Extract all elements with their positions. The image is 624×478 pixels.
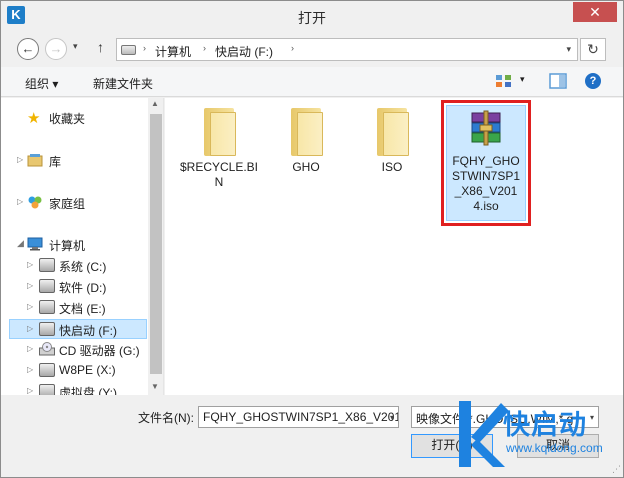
expand-icon[interactable]: ▷ bbox=[27, 302, 33, 311]
sidebar-item-drive-y[interactable]: ▷ 虚拟盘 (Y:) bbox=[27, 382, 145, 395]
file-name-label: 文件名(N): bbox=[138, 411, 194, 425]
library-icon bbox=[27, 154, 43, 167]
new-folder-button[interactable]: 新建文件夹 bbox=[93, 75, 153, 92]
expand-icon[interactable]: ▷ bbox=[27, 260, 33, 269]
file-item-iso-image[interactable]: FQHY_GHOSTWIN7SP1_X86_V2014.iso bbox=[446, 105, 526, 221]
file-name: $RECYCLE.BIN bbox=[179, 160, 259, 189]
sidebar-item-label: 库 bbox=[49, 155, 62, 169]
breadcrumb-separator[interactable]: › bbox=[203, 43, 206, 53]
sidebar-item-label: 文档 (E:) bbox=[59, 302, 106, 316]
expand-icon[interactable]: ▷ bbox=[27, 344, 33, 353]
preview-pane-icon[interactable] bbox=[549, 73, 567, 89]
sidebar-item-favorites[interactable]: ★ 收藏夹 bbox=[9, 108, 144, 128]
watermark-text: 快启动 bbox=[503, 410, 587, 440]
sidebar-item-drive-g[interactable]: ▷ CD 驱动器 (G:) bbox=[27, 340, 145, 360]
close-button[interactable]: ✕ bbox=[573, 2, 617, 22]
scroll-up-icon[interactable]: ▲ bbox=[151, 99, 159, 108]
file-item-iso-folder[interactable]: ISO bbox=[352, 108, 432, 175]
back-button[interactable]: ← bbox=[17, 38, 39, 60]
cd-drive-icon bbox=[39, 342, 55, 356]
view-grid-icon[interactable] bbox=[495, 73, 513, 89]
title-bar: K 打开 ✕ bbox=[1, 1, 623, 31]
expand-icon[interactable]: ▷ bbox=[17, 155, 23, 164]
sidebar-item-label: CD 驱动器 (G:) bbox=[59, 344, 140, 358]
sidebar-item-label: 虚拟盘 (Y:) bbox=[59, 386, 118, 395]
watermark-url: www.kqidong.com bbox=[506, 441, 603, 455]
sidebar-item-label: 系统 (C:) bbox=[59, 260, 107, 274]
sidebar-item-drive-c[interactable]: ▷ 系统 (C:) bbox=[27, 256, 145, 276]
address-bar[interactable]: › 计算机 › 快启动 (F:) › ▾ bbox=[116, 38, 578, 61]
hard-drive-icon bbox=[39, 300, 55, 314]
file-name-value: FQHY_GHOSTWIN7SP1_X86_V2014.iso bbox=[203, 410, 398, 424]
drive-icon bbox=[121, 45, 136, 55]
expand-icon[interactable]: ▷ bbox=[27, 281, 33, 290]
folder-icon bbox=[373, 108, 411, 156]
homegroup-icon bbox=[28, 196, 42, 209]
sidebar-item-drive-e[interactable]: ▷ 文档 (E:) bbox=[27, 298, 145, 318]
usb-drive-icon bbox=[39, 322, 55, 336]
expand-icon[interactable]: ▷ bbox=[27, 365, 33, 374]
folder-icon bbox=[287, 108, 325, 156]
file-list: $RECYCLE.BIN GHO ISO FQHY_GHOSTWIN7SP1_X… bbox=[165, 98, 623, 395]
sidebar-item-label: 收藏夹 bbox=[49, 112, 86, 126]
resize-grip-icon[interactable]: ⋰ bbox=[612, 464, 621, 475]
breadcrumb-separator[interactable]: › bbox=[291, 43, 294, 53]
breadcrumb-drive-f[interactable]: 快启动 (F:) bbox=[215, 43, 273, 60]
sidebar-item-computer[interactable]: ◢ 计算机 bbox=[17, 235, 144, 255]
sidebar-item-drive-x[interactable]: ▷ W8PE (X:) bbox=[27, 361, 145, 381]
sidebar-item-label: 快启动 (F:) bbox=[59, 324, 117, 338]
sidebar-item-label: 计算机 bbox=[49, 239, 86, 253]
file-name-input[interactable]: FQHY_GHOSTWIN7SP1_X86_V2014.iso ▾ bbox=[198, 406, 399, 428]
scroll-thumb[interactable] bbox=[150, 114, 162, 374]
expand-icon[interactable]: ▷ bbox=[17, 197, 23, 206]
expand-icon[interactable]: ▷ bbox=[27, 324, 33, 333]
sidebar-item-libraries[interactable]: ▷ 库 bbox=[17, 151, 144, 171]
file-name: FQHY_GHOSTWIN7SP1_X86_V2014.iso bbox=[451, 154, 520, 213]
scroll-down-icon[interactable]: ▼ bbox=[151, 382, 159, 391]
expand-icon[interactable]: ▷ bbox=[27, 386, 33, 395]
organize-menu-button[interactable]: 组织 ▾ bbox=[25, 75, 58, 92]
file-item-recycle-bin[interactable]: $RECYCLE.BIN bbox=[179, 108, 259, 190]
up-button[interactable]: ↑ bbox=[97, 39, 104, 55]
address-chevron-down-icon[interactable]: ▾ bbox=[566, 44, 571, 55]
forward-button[interactable]: → bbox=[45, 38, 67, 60]
sidebar-item-label: 软件 (D:) bbox=[59, 281, 107, 295]
sidebar-item-label: W8PE (X:) bbox=[59, 363, 116, 377]
view-chevron-down-icon[interactable]: ▾ bbox=[520, 74, 525, 85]
refresh-button[interactable]: ↻ bbox=[580, 38, 606, 61]
toolbar: 组织 ▾ 新建文件夹 ▾ ? bbox=[1, 67, 623, 97]
rar-archive-icon bbox=[471, 110, 501, 146]
folder-icon bbox=[200, 108, 238, 156]
breadcrumb-computer[interactable]: 计算机 bbox=[155, 43, 191, 60]
window-title: 打开 bbox=[298, 10, 326, 26]
recent-locations-chevron-down-icon[interactable]: ▾ bbox=[73, 41, 78, 52]
hard-drive-icon bbox=[39, 384, 55, 395]
sidebar-item-drive-d[interactable]: ▷ 软件 (D:) bbox=[27, 277, 145, 297]
open-file-dialog: K 打开 ✕ ← → ▾ ↑ › 计算机 › 快启动 (F:) › ▾ ↻ 组织… bbox=[0, 0, 624, 478]
navigation-pane: ★ 收藏夹 ▷ 库 ▷ 家庭组 ◢ 计算机 ▷ 系统 (C:) ▷ 软件 (D:… bbox=[1, 98, 164, 395]
computer-icon bbox=[27, 237, 43, 251]
file-name: ISO bbox=[381, 160, 403, 174]
sidebar-item-drive-f[interactable]: ▷ 快启动 (F:) bbox=[9, 319, 147, 339]
navigation-bar: ← → ▾ ↑ › 计算机 › 快启动 (F:) › ▾ ↻ bbox=[1, 33, 623, 65]
star-icon: ★ bbox=[27, 110, 41, 127]
help-icon[interactable]: ? bbox=[585, 73, 601, 89]
watermark-k-logo bbox=[459, 401, 509, 467]
sidebar-item-label: 家庭组 bbox=[49, 197, 86, 211]
breadcrumb-separator[interactable]: › bbox=[143, 43, 146, 53]
file-item-gho[interactable]: GHO bbox=[266, 108, 346, 175]
navigation-pane-scrollbar[interactable]: ▲ ▼ bbox=[148, 98, 163, 395]
hard-drive-icon bbox=[39, 363, 55, 377]
filter-chevron-down-icon[interactable]: ▾ bbox=[590, 413, 594, 422]
file-name-chevron-down-icon[interactable]: ▾ bbox=[390, 413, 394, 422]
hard-drive-icon bbox=[39, 258, 55, 272]
file-name: GHO bbox=[292, 160, 320, 174]
sidebar-item-homegroup[interactable]: ▷ 家庭组 bbox=[17, 193, 144, 213]
hard-drive-icon bbox=[39, 279, 55, 293]
collapse-icon[interactable]: ◢ bbox=[17, 238, 24, 249]
